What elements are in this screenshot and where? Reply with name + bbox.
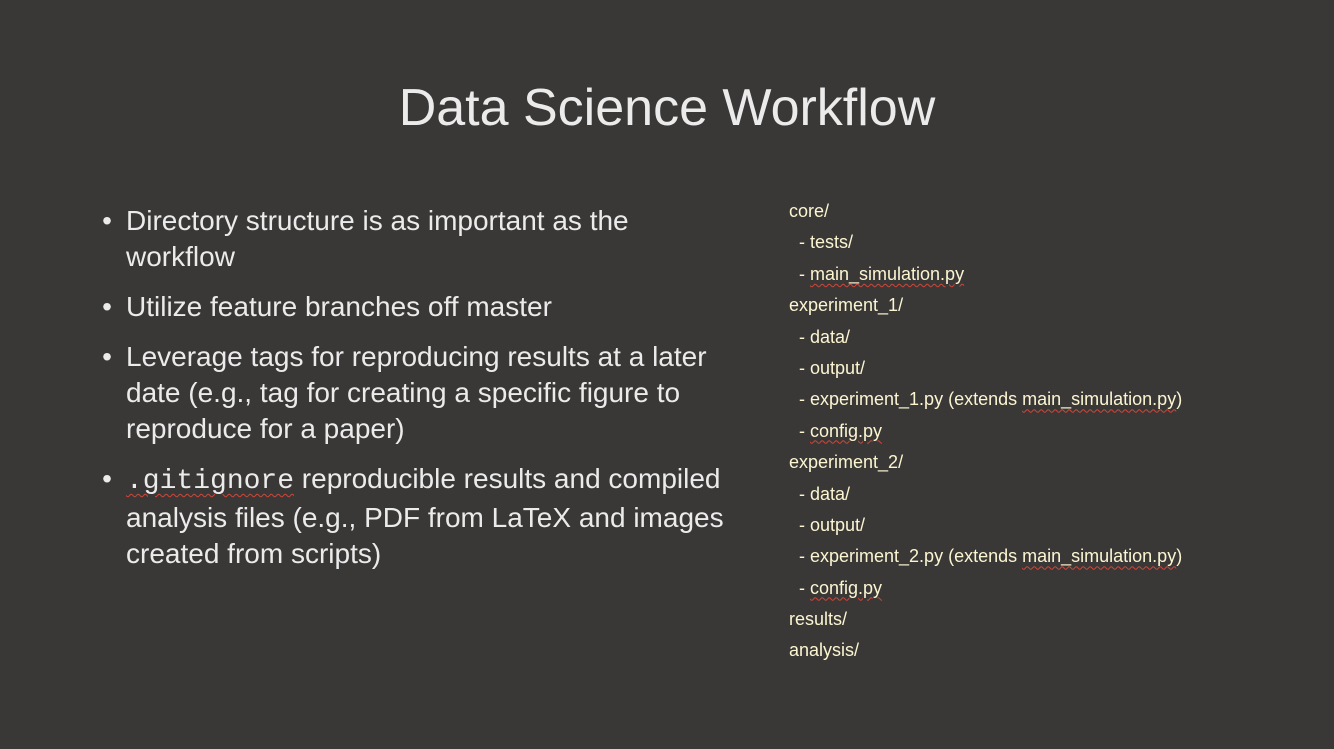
bullet-text: Directory structure is as important as t… [126, 205, 629, 272]
tree-folder-analysis: analysis/ [789, 640, 860, 661]
bullet-marker: • [102, 341, 112, 372]
bullet-marker: • [102, 205, 112, 236]
bullet-item: • Directory structure is as important as… [100, 203, 730, 275]
gitignore-code: .gitignore [126, 466, 295, 497]
tree-entry-core-main: - main_simulation.py [789, 262, 1309, 293]
tree-entry-exp1-data: - data/ [799, 326, 851, 347]
tree-entry-exp2-script: - experiment_2.py (extends main_simulati… [789, 544, 1309, 575]
bullet-text: Leverage tags for reproducing results at… [126, 341, 707, 444]
tree-folder-core: core/ [789, 201, 830, 221]
slide-title: Data Science Workflow [398, 79, 936, 137]
tree-prefix: - [799, 263, 810, 284]
bullet-text: Utilize feature branches off master [126, 291, 552, 322]
tree-entry-exp2-output: - output/ [799, 514, 866, 535]
tree-file-name: main_simulation.py [810, 263, 965, 284]
bullet-item: • Leverage tags for reproducing results … [100, 339, 730, 447]
tree-file-ref: main_simulation.py [1022, 389, 1177, 410]
tree-folder-experiment-1: experiment_1/ [789, 295, 904, 316]
slide: Data Science Workflow • Directory struct… [0, 0, 1334, 749]
tree-entry-exp1-config: - config.py [789, 419, 1309, 450]
bullet-list: • Directory structure is as important as… [100, 203, 730, 586]
tree-entry-exp2-data: - data/ [799, 483, 851, 504]
tree-prefix: - experiment_1.py (extends [799, 389, 1023, 410]
tree-prefix: - [799, 577, 810, 598]
bullet-item: • .gitignore reproducible results and co… [100, 461, 730, 572]
tree-folder-experiment-2: experiment_2/ [789, 452, 904, 473]
tree-entry-core-tests: - tests/ [799, 232, 854, 253]
tree-file-name: config.py [810, 420, 883, 441]
tree-suffix: ) [1176, 389, 1183, 410]
bullet-marker: • [102, 291, 112, 322]
tree-folder-results: results/ [789, 609, 848, 630]
directory-tree: core/ - tests/ - main_simulation.py expe… [789, 199, 1309, 670]
bullet-item: • Utilize feature branches off master [100, 289, 730, 325]
tree-prefix: - experiment_2.py (extends [799, 546, 1023, 567]
tree-entry-exp1-script: - experiment_1.py (extends main_simulati… [789, 387, 1309, 418]
tree-entry-exp2-config: - config.py [789, 576, 1309, 607]
tree-file-name: config.py [810, 577, 883, 598]
bullet-marker: • [102, 463, 112, 494]
tree-entry-exp1-output: - output/ [799, 357, 866, 378]
tree-prefix: - [799, 420, 810, 441]
tree-file-ref: main_simulation.py [1022, 546, 1177, 567]
tree-suffix: ) [1176, 546, 1183, 567]
